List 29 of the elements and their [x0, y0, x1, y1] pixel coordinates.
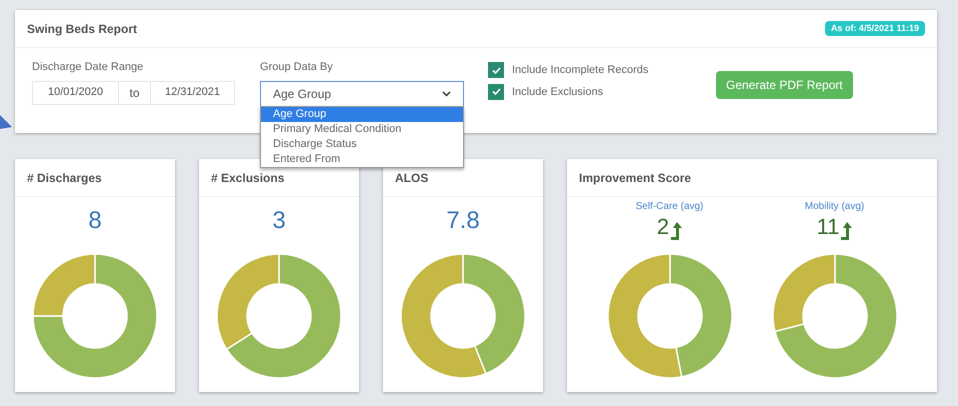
checkbox-label: Include Incomplete Records [512, 63, 648, 78]
card-title: Improvement Score [579, 170, 692, 186]
checkbox[interactable] [488, 84, 504, 100]
card-title: ALOS [395, 170, 428, 186]
check-icon [492, 88, 500, 96]
report-title: Swing Beds Report [27, 20, 138, 38]
card-title: # Exclusions [211, 170, 284, 186]
field-label: Discharge Date Range [32, 60, 144, 75]
dropdown-option[interactable]: Age Group [261, 107, 463, 122]
chevron-down-icon [442, 90, 451, 96]
checkbox-label: Include Exclusions [512, 84, 604, 100]
up-arrow-icon [840, 222, 852, 240]
metric-value: 11 [816, 214, 840, 240]
card-title: # Discharges [27, 170, 102, 186]
metric-label: Mobility (avg) [804, 200, 864, 214]
metric-value: 8 [88, 206, 102, 236]
metric-value: 7.8 [446, 206, 480, 236]
dropdown-option[interactable]: Discharge Status [261, 137, 463, 152]
check-icon [492, 66, 500, 74]
as-of-badge: As of: 4/5/2021 11:19 [824, 20, 925, 36]
metric-value: 2 [656, 214, 670, 240]
dropdown-option[interactable]: Entered From [261, 152, 463, 167]
field-label: Group Data By [260, 60, 334, 75]
pointer-arrow-icon [0, 115, 12, 129]
checkbox[interactable] [488, 62, 504, 78]
metric-label: Self-Care (avg) [636, 200, 704, 214]
dropdown-option[interactable]: Primary Medical Condition [261, 122, 463, 137]
metric-value: 3 [272, 206, 286, 236]
up-arrow-icon [670, 222, 682, 240]
